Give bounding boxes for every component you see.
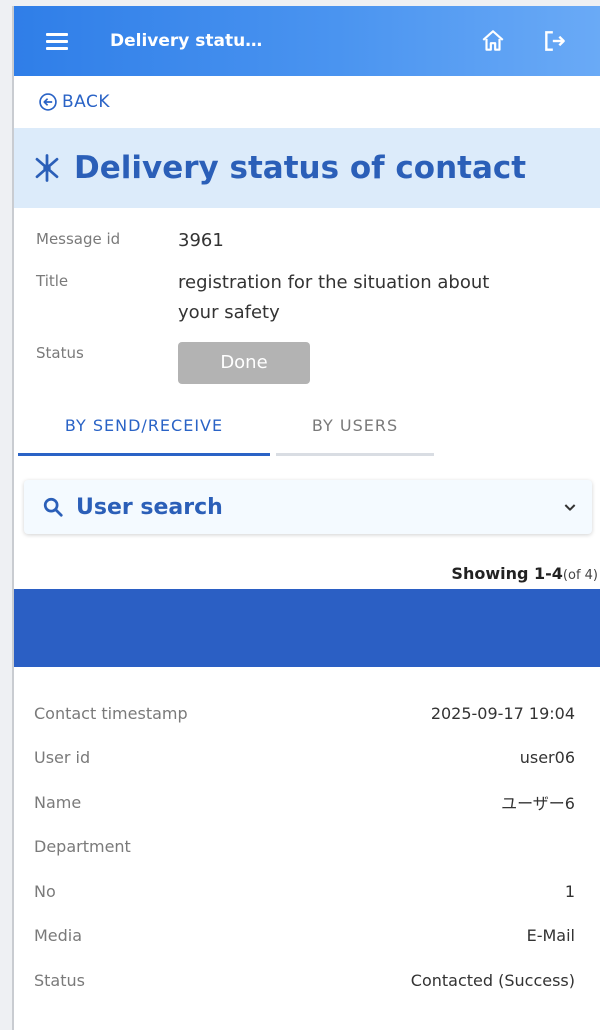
detail-row: Department [14, 825, 600, 870]
user-search-label: User search [76, 494, 223, 520]
page-title-bar: Delivery status of contact [14, 128, 600, 208]
detail-row: User id user06 [14, 736, 600, 781]
no-label: No [34, 881, 56, 901]
search-icon [43, 497, 63, 517]
media-label: Media [34, 926, 83, 946]
record-detail: Contact timestamp 2025-09-17 19:04 User … [14, 667, 600, 1003]
contact-timestamp-label: Contact timestamp [34, 703, 188, 723]
name-label: Name [34, 792, 82, 812]
media-value: E-Mail [526, 926, 575, 946]
app-frame: Delivery statu… BACK Delivery status of … [12, 6, 600, 1030]
back-button[interactable]: BACK [14, 76, 600, 128]
tab-bar: BY SEND/RECEIVE BY USERS [14, 406, 600, 456]
tab-by-users[interactable]: BY USERS [276, 406, 434, 456]
header-title: Delivery statu… [110, 31, 263, 51]
user-search-toggle[interactable]: User search [24, 480, 592, 534]
home-icon[interactable] [480, 28, 506, 54]
user-id-value: user06 [519, 748, 575, 768]
no-value: 1 [564, 881, 575, 901]
delivery-status-value: Contacted (Success) [410, 970, 575, 990]
detail-row: Contact timestamp 2025-09-17 19:04 [14, 691, 600, 736]
tab-by-send-receive[interactable]: BY SEND/RECEIVE [18, 406, 270, 456]
page-title: Delivery status of contact [74, 150, 527, 186]
menu-icon[interactable] [46, 29, 68, 54]
title-value: registration for the situation about you… [178, 268, 578, 328]
message-id-label: Message id [36, 230, 121, 248]
chevron-down-icon [564, 504, 576, 511]
detail-row: Status Contacted (Success) [14, 958, 600, 1003]
result-range: Showing 1-4 [451, 564, 563, 583]
result-total: (of 4) [562, 568, 598, 583]
detail-row: Media E-Mail [14, 914, 600, 959]
user-id-label: User id [34, 748, 91, 768]
message-id-value: 3961 [178, 230, 224, 251]
name-value: ユーザー6 [501, 794, 575, 814]
detail-row: No 1 [14, 869, 600, 914]
back-label: BACK [62, 92, 111, 112]
contact-timestamp-value: 2025-09-17 19:04 [430, 703, 575, 723]
detail-row: Name ユーザー6 [14, 780, 600, 825]
hub-icon [35, 154, 59, 182]
title-line-2: your safety [178, 302, 280, 323]
message-info: Message id 3961 Title registration for t… [14, 208, 600, 384]
status-label: Status [36, 344, 84, 362]
delivery-status-label: Status [34, 970, 85, 990]
result-count: Showing 1-4(of 4) [14, 564, 600, 583]
results-header-bar [14, 589, 600, 667]
logout-icon[interactable] [542, 28, 568, 54]
department-label: Department [34, 837, 131, 857]
app-header: Delivery statu… [14, 6, 600, 76]
back-arrow-icon [39, 93, 57, 111]
title-label: Title [36, 272, 69, 290]
title-line-1: registration for the situation about [178, 272, 490, 293]
status-badge: Done [178, 342, 310, 384]
